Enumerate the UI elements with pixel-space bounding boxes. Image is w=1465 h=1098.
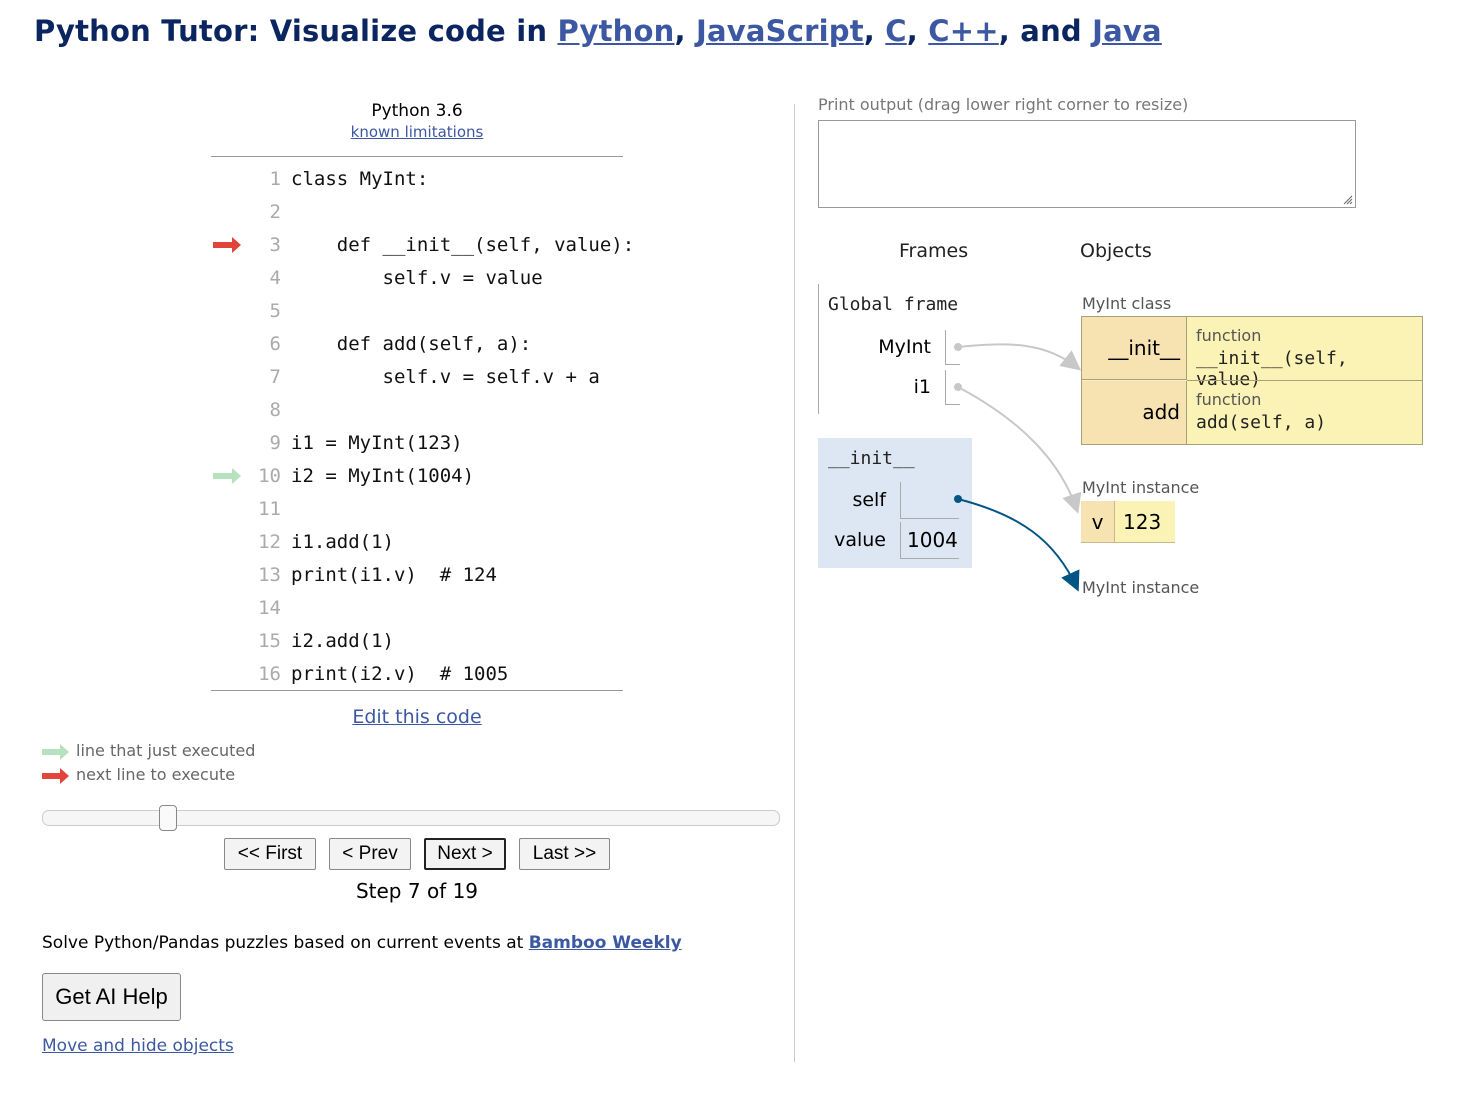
self-pointer	[957, 498, 1080, 592]
pointer-arrows	[954, 343, 1082, 592]
i1-pointer	[957, 386, 1082, 514]
myint-pointer	[957, 343, 1082, 371]
